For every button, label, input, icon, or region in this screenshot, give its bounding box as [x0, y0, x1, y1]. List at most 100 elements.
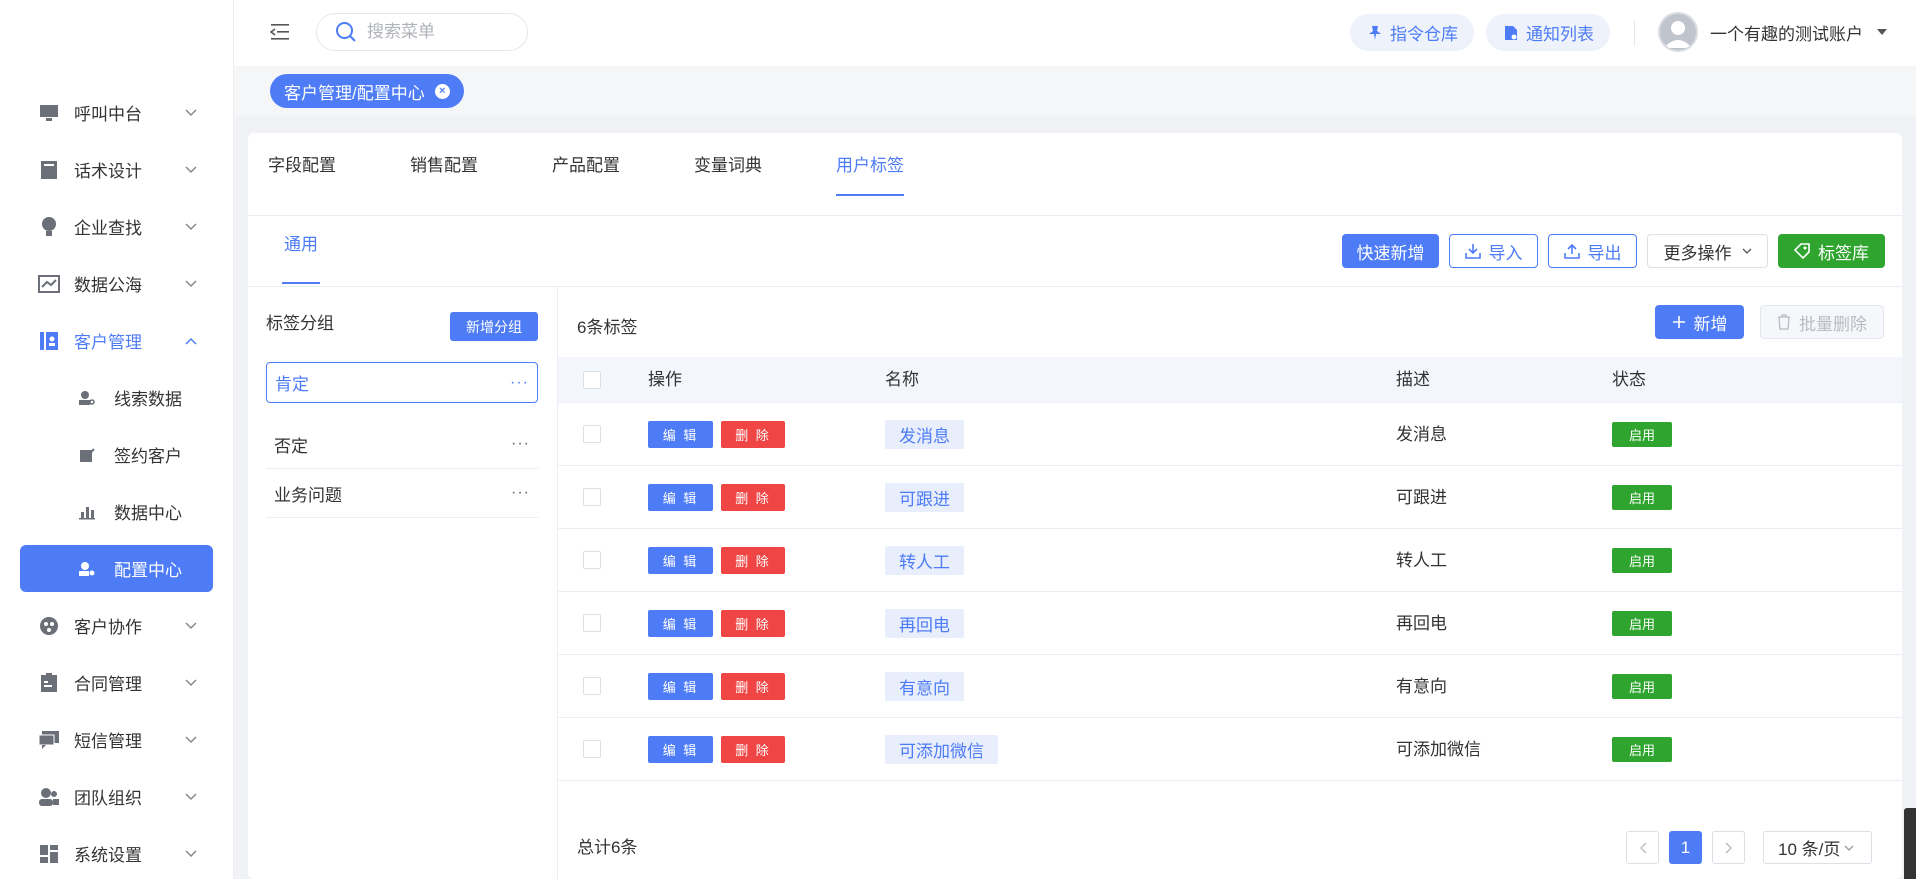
sidebar-subitem-data-center[interactable]: 数据中心 [0, 483, 233, 540]
edit-button[interactable]: 编 辑 [648, 610, 713, 637]
scrollbar-thumb[interactable] [1904, 808, 1916, 879]
tab-user-tags[interactable]: 用户标签 [836, 133, 904, 216]
more-dots-icon[interactable]: ··· [511, 435, 530, 453]
quick-add-button[interactable]: 快速新增 [1342, 234, 1439, 268]
status-badge[interactable]: 启用 [1612, 737, 1672, 762]
page-number-button[interactable]: 1 [1669, 831, 1702, 864]
status-badge[interactable]: 启用 [1612, 674, 1672, 699]
next-page-button[interactable] [1712, 831, 1745, 864]
import-button[interactable]: 导入 [1449, 234, 1538, 268]
chevron-down-icon [185, 108, 197, 116]
chevron-up-icon [185, 337, 197, 345]
table-row: 编 辑 删 除 发消息 发消息 启用 [558, 403, 1902, 466]
tab-field-config[interactable]: 字段配置 [268, 133, 336, 216]
delete-button[interactable]: 删 除 [721, 421, 785, 448]
tag-name: 有意向 [885, 672, 964, 701]
delete-button[interactable]: 删 除 [721, 610, 785, 637]
monitor-icon [38, 102, 60, 124]
sidebar-item-customer-management[interactable]: 客户管理 [0, 312, 233, 369]
sidebar-subitem-signed-customers[interactable]: 签约客户 [0, 426, 233, 483]
tab-sales-config[interactable]: 销售配置 [410, 133, 478, 216]
group-item[interactable]: 肯定 ··· [266, 362, 538, 403]
page-size-select[interactable]: 10 条/页 [1763, 831, 1872, 864]
group-item-label: 肯定 [275, 375, 309, 394]
edit-button[interactable]: 编 辑 [648, 673, 713, 700]
sidebar-item-system-settings[interactable]: 系统设置 [0, 825, 233, 879]
sidebar-item-call-center[interactable]: 呼叫中台 [0, 84, 233, 141]
status-badge[interactable]: 启用 [1612, 485, 1672, 510]
more-dots-icon[interactable]: ··· [510, 374, 529, 392]
more-dots-icon[interactable]: ··· [511, 484, 530, 502]
sidebar-item-label: 数据公海 [74, 276, 142, 295]
row-checkbox[interactable] [583, 425, 601, 443]
sign-icon [78, 446, 96, 464]
menu-fold-icon[interactable] [270, 22, 290, 42]
tag-name: 可添加微信 [885, 735, 998, 764]
chevron-down-icon [185, 165, 197, 173]
table-header: 操作 名称 描述 状态 [558, 357, 1902, 403]
batch-delete-button[interactable]: 批量删除 [1760, 305, 1884, 339]
status-badge[interactable]: 启用 [1612, 611, 1672, 636]
row-checkbox[interactable] [583, 488, 601, 506]
settings-grid-icon [38, 843, 60, 865]
sidebar-item-label: 呼叫中台 [74, 105, 142, 124]
status-badge[interactable]: 启用 [1612, 422, 1672, 447]
sidebar-item-team[interactable]: 团队组织 [0, 768, 233, 825]
sidebar-item-customer-collab[interactable]: 客户协作 [0, 597, 233, 654]
tag-desc: 转人工 [1396, 551, 1447, 570]
group-item[interactable]: 业务问题 ··· [266, 469, 538, 518]
status-badge[interactable]: 启用 [1612, 548, 1672, 573]
sidebar-item-data-pool[interactable]: 数据公海 [0, 255, 233, 312]
sidebar-item-label: 团队组织 [74, 789, 142, 808]
delete-button[interactable]: 删 除 [721, 484, 785, 511]
group-item-label: 业务问题 [274, 485, 342, 505]
column-header-name: 名称 [885, 370, 919, 389]
select-all-checkbox[interactable] [583, 371, 601, 389]
add-tag-button[interactable]: 新增 [1655, 305, 1744, 339]
tag-group-title: 标签分组 [266, 314, 334, 333]
edit-button[interactable]: 编 辑 [648, 484, 713, 511]
import-label: 导入 [1488, 243, 1523, 263]
delete-button[interactable]: 删 除 [721, 673, 785, 700]
sidebar-item-enterprise-search[interactable]: 企业查找 [0, 198, 233, 255]
contacts-icon [38, 330, 60, 352]
sidebar-subitem-leads[interactable]: 线索数据 [0, 369, 233, 426]
edit-button[interactable]: 编 辑 [648, 736, 713, 763]
page-size-label: 10 条/页 [1778, 840, 1841, 859]
command-repo-button[interactable]: 指令仓库 [1350, 14, 1474, 51]
sidebar-item-contract[interactable]: 合同管理 [0, 654, 233, 711]
config-tabs: 字段配置 销售配置 产品配置 变量词典 用户标签 [248, 133, 1902, 216]
row-checkbox[interactable] [583, 677, 601, 695]
column-header-op: 操作 [648, 370, 682, 389]
subtab-general[interactable]: 通用 [282, 216, 320, 287]
user-menu[interactable]: 一个有趣的测试账户 [1658, 12, 1887, 52]
delete-button[interactable]: 删 除 [721, 547, 785, 574]
more-actions-dropdown[interactable]: 更多操作 [1647, 234, 1768, 268]
prev-page-button[interactable] [1626, 831, 1659, 864]
top-header: 指令仓库 通知列表 一个有趣的测试账户 [234, 0, 1916, 66]
sidebar-item-sms[interactable]: 短信管理 [0, 711, 233, 768]
row-checkbox[interactable] [583, 740, 601, 758]
tag-library-button[interactable]: 标签库 [1778, 234, 1885, 268]
row-checkbox[interactable] [583, 551, 601, 569]
export-button[interactable]: 导出 [1548, 234, 1637, 268]
group-item[interactable]: 否定 ··· [266, 420, 538, 469]
row-checkbox[interactable] [583, 614, 601, 632]
sidebar-item-script-design[interactable]: 话术设计 [0, 141, 233, 198]
search-input[interactable] [367, 22, 507, 42]
tab-product-config[interactable]: 产品配置 [552, 133, 620, 216]
close-icon[interactable]: × [434, 83, 450, 99]
page-tag-active[interactable]: 客户管理/配置中心 × [270, 74, 464, 108]
tab-variable-dictionary[interactable]: 变量词典 [694, 133, 762, 216]
add-group-button[interactable]: 新增分组 [450, 312, 538, 341]
edit-button[interactable]: 编 辑 [648, 547, 713, 574]
table-row: 编 辑 删 除 可添加微信 可添加微信 启用 [558, 718, 1902, 781]
plus-icon [1672, 316, 1685, 328]
delete-button[interactable]: 删 除 [721, 736, 785, 763]
tag-name: 可跟进 [885, 483, 964, 512]
edit-button[interactable]: 编 辑 [648, 421, 713, 448]
notice-list-button[interactable]: 通知列表 [1486, 14, 1610, 51]
tag-group-panel: 标签分组 新增分组 肯定 ··· 否定 ··· 业务问题 ··· [248, 287, 558, 879]
menu-search[interactable] [316, 13, 528, 51]
sidebar-subitem-config-center[interactable]: 配置中心 [20, 545, 213, 592]
